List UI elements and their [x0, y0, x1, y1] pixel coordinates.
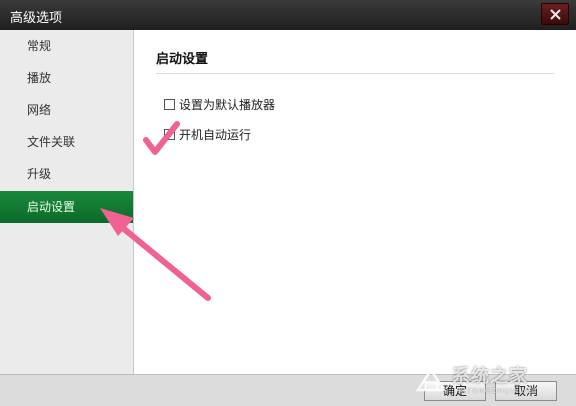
watermark-subtext: XITONGZHIJIA.NET	[458, 387, 539, 395]
sidebar: 常规 播放 网络 文件关联 升级 启动设置	[0, 30, 134, 374]
watermark-text: 系统之家	[452, 366, 528, 387]
auto-start-label: 开机自动运行	[179, 128, 252, 142]
watermark-logo-icon	[415, 367, 447, 392]
watermark: 系统之家 XITONGZHIJIA.NET	[412, 360, 572, 404]
default-player-checkbox[interactable]	[164, 99, 175, 110]
section-title: 启动设置	[156, 52, 209, 67]
title-bar: 高级选项	[0, 0, 576, 30]
sidebar-item-network[interactable]: 网络	[0, 94, 133, 126]
auto-start-checkbox[interactable]	[164, 129, 175, 140]
close-icon	[550, 9, 561, 20]
divider	[156, 73, 554, 74]
sidebar-item-upgrade[interactable]: 升级	[0, 158, 133, 190]
sidebar-item-playback[interactable]: 播放	[0, 62, 133, 94]
window-title: 高级选项	[10, 11, 63, 26]
sidebar-item-file-association[interactable]: 文件关联	[0, 126, 133, 158]
sidebar-item-general[interactable]: 常规	[0, 30, 133, 62]
content-panel: 启动设置 设置为默认播放器 开机自动运行	[134, 30, 576, 374]
default-player-label: 设置为默认播放器	[179, 98, 276, 112]
sidebar-item-startup-settings[interactable]: 启动设置	[0, 191, 133, 223]
close-button[interactable]	[541, 3, 569, 25]
